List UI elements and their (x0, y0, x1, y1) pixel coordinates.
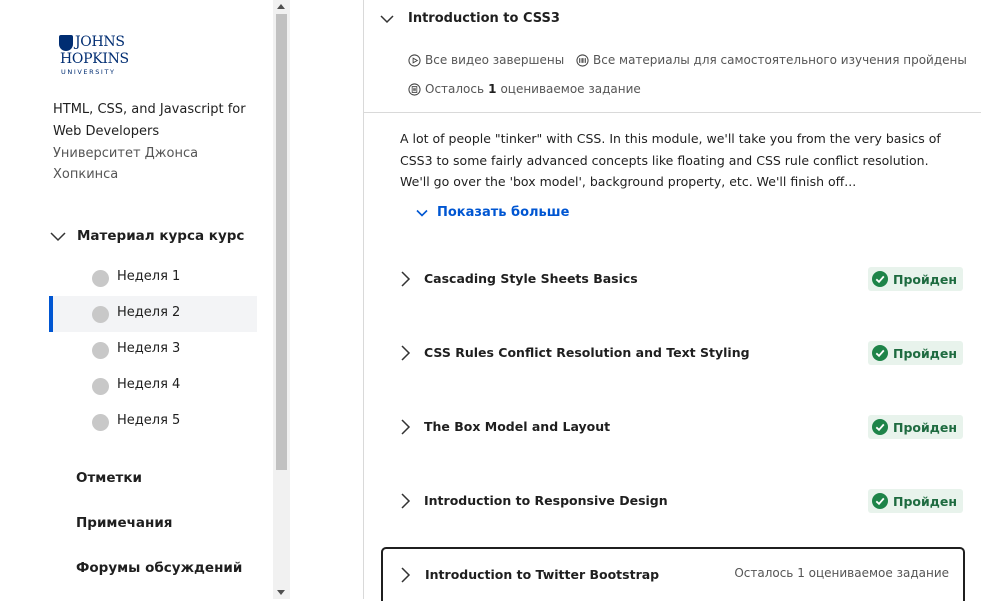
lesson-row[interactable]: Introduction to Responsive Design Пройде… (381, 474, 965, 526)
scroll-down-arrow-icon[interactable] (277, 590, 285, 595)
lesson-title: Introduction to Responsive Design (424, 493, 668, 508)
status-badge: Пройден (868, 489, 963, 513)
status-text: Пройден (893, 419, 957, 435)
week-status-icon (92, 378, 109, 395)
lesson-title: The Box Model and Layout (424, 419, 611, 434)
course-material-toggle[interactable]: Материал курса курс (49, 224, 269, 248)
module-description: A lot of people "tinker" with CSS. In th… (400, 131, 941, 189)
reading-icon (576, 53, 589, 67)
week-label: Неделя 1 (117, 269, 181, 284)
chevron-down-icon[interactable] (378, 10, 396, 28)
module-header: Introduction to CSS3 Все видео завершены… (364, 0, 981, 113)
chevron-right-icon (401, 567, 411, 583)
chevron-right-icon (401, 493, 411, 509)
week-label: Неделя 5 (117, 413, 181, 428)
sidebar-link-grades[interactable]: Отметки (76, 470, 142, 486)
play-circle-icon (408, 53, 421, 67)
week-status-icon (92, 270, 109, 287)
lesson-remaining-text: Осталось 1 оцениваемое задание (734, 566, 949, 580)
lesson-row[interactable]: Cascading Style Sheets Basics Пройден (381, 252, 965, 304)
course-title: HTML, CSS, and Javascript for Web Develo… (53, 102, 246, 139)
check-circle-icon (872, 345, 888, 361)
status-text: Пройден (893, 493, 957, 509)
logo-line-1: JOHNS (75, 34, 125, 50)
week-status-icon (92, 414, 109, 431)
sidebar-item-week-5[interactable]: Неделя 5 (49, 404, 257, 440)
chevron-right-icon (401, 345, 411, 361)
readings-status: Все материалы для самостоятельного изуче… (576, 53, 967, 67)
lesson-row[interactable]: CSS Rules Conflict Resolution and Text S… (381, 326, 965, 378)
status-text: Пройден (893, 271, 957, 287)
remaining-prefix: Осталось (425, 82, 485, 96)
scrollbar-thumb[interactable] (276, 14, 287, 470)
lesson-row-focused[interactable]: Introduction to Twitter Bootstrap Остало… (381, 547, 965, 601)
chevron-down-icon (416, 209, 428, 217)
check-circle-icon (872, 419, 888, 435)
logo-line-3: UNIVERSITY (61, 68, 116, 76)
course-material-label: Материал курса курс (77, 228, 245, 244)
lesson-title: Introduction to Twitter Bootstrap (425, 567, 660, 582)
sidebar-scrollbar[interactable] (273, 0, 290, 599)
active-indicator (49, 296, 53, 332)
remaining-count: 1 (488, 82, 497, 96)
assignment-icon (408, 82, 421, 96)
week-status-icon (92, 342, 109, 359)
scroll-up-arrow-icon[interactable] (277, 4, 285, 9)
show-more-button[interactable]: Показать больше (415, 205, 569, 220)
sidebar-item-week-3[interactable]: Неделя 3 (49, 332, 257, 368)
course-university: Университет Джонса Хопкинса (53, 146, 199, 182)
sidebar-item-week-1[interactable]: Неделя 1 (49, 260, 257, 296)
logo-line-2: HOPKINS (60, 51, 129, 67)
videos-status-text: Все видео завершены (425, 53, 565, 67)
remaining-assignments: Осталось 1 оцениваемое задание (408, 82, 641, 96)
chevron-right-icon (401, 271, 411, 287)
lesson-title: CSS Rules Conflict Resolution and Text S… (424, 345, 750, 360)
chevron-right-icon (401, 419, 411, 435)
lesson-title: Cascading Style Sheets Basics (424, 271, 638, 286)
sidebar-item-week-2[interactable]: Неделя 2 (49, 296, 257, 332)
status-badge: Пройден (868, 415, 963, 439)
status-text: Пройден (893, 345, 957, 361)
sidebar-link-notes[interactable]: Примечания (76, 515, 172, 531)
check-circle-icon (872, 493, 888, 509)
sidebar: JOHNS HOPKINS UNIVERSITY HTML, CSS, and … (0, 0, 273, 599)
status-badge: Пройден (868, 267, 963, 291)
videos-status: Все видео завершены (408, 53, 564, 67)
university-logo[interactable]: JOHNS HOPKINS UNIVERSITY (59, 34, 129, 78)
week-status-icon (92, 306, 109, 323)
status-badge: Пройден (868, 341, 963, 365)
week-label: Неделя 4 (117, 377, 181, 392)
chevron-down-icon (50, 232, 66, 242)
module-title[interactable]: Introduction to CSS3 (408, 11, 560, 26)
check-circle-icon (872, 271, 888, 287)
sidebar-item-week-4[interactable]: Неделя 4 (49, 368, 257, 404)
sidebar-link-forums[interactable]: Форумы обсуждений (76, 560, 242, 576)
shield-icon (59, 35, 73, 51)
week-label: Неделя 3 (117, 341, 181, 356)
lesson-row[interactable]: The Box Model and Layout Пройден (381, 400, 965, 452)
remaining-suffix: оцениваемое задание (500, 82, 641, 96)
week-label: Неделя 2 (117, 305, 181, 320)
show-more-label: Показать больше (437, 205, 570, 220)
readings-status-text: Все материалы для самостоятельного изуче… (593, 53, 967, 67)
